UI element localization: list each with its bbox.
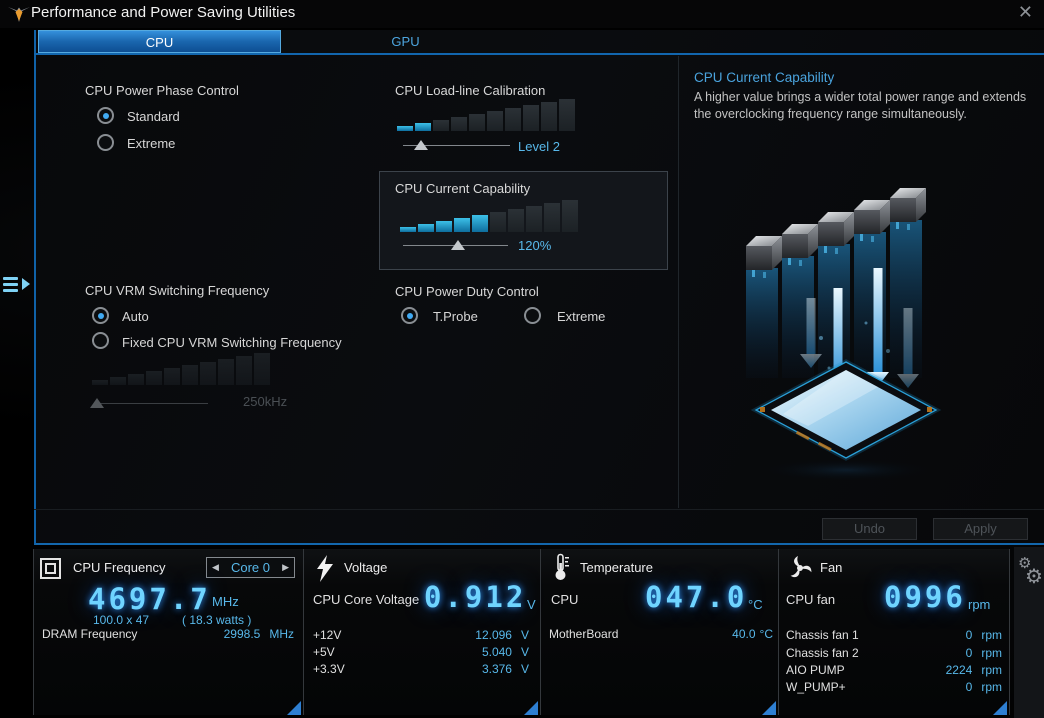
close-icon[interactable]: ✕ (1018, 2, 1033, 23)
current-capability-ramp (400, 200, 578, 232)
dram-row: DRAM Frequency 2998.5 MHz (42, 627, 294, 641)
power-phase-extreme-radio[interactable] (97, 134, 114, 151)
dram-label: DRAM Frequency (42, 627, 138, 641)
voltage-title: Voltage (344, 560, 388, 575)
power-duty-extreme-radio[interactable] (524, 307, 541, 324)
cpu-fan-value: 0996 (884, 580, 966, 614)
settings-strip: ⚙ ⚙ (1014, 547, 1044, 718)
voltage-row: +3.3V 3.376 V (313, 662, 529, 676)
core-prev-icon[interactable]: ◀ (212, 562, 219, 573)
power-phase-label: CPU Power Phase Control (85, 83, 239, 98)
title-bar: Performance and Power Saving Utilities ✕ (0, 0, 1044, 28)
cpu-watts: ( 18.3 watts ) (182, 613, 252, 627)
vrm-auto-label[interactable]: Auto (122, 309, 149, 324)
power-phase-standard-radio[interactable] (97, 107, 114, 124)
window-title: Performance and Power Saving Utilities (31, 4, 296, 21)
current-capability-slider-handle[interactable] (451, 240, 465, 250)
thermometer-icon (555, 553, 569, 580)
panel-resize-handle[interactable] (762, 701, 776, 715)
fan-row: Chassis fan 1 0 rpm (786, 628, 1002, 642)
vrm-slider-track (98, 403, 208, 404)
info-description: A higher value brings a wider total powe… (694, 90, 1027, 121)
menu-bar-icon (3, 289, 18, 292)
current-capability-label: CPU Current Capability (395, 181, 531, 196)
menu-bar-icon (3, 277, 18, 280)
vrm-auto-radio[interactable] (92, 307, 109, 324)
tab-cpu[interactable]: CPU (38, 30, 281, 53)
core-voltage-label: CPU Core Voltage (313, 592, 420, 607)
loadline-ramp (397, 99, 575, 131)
tab-gpu[interactable]: GPU (281, 30, 530, 53)
power-duty-tprobe-radio[interactable] (401, 307, 418, 324)
app-window: Performance and Power Saving Utilities ✕… (0, 0, 1044, 718)
cpu-chip-icon (40, 558, 61, 579)
status-separator (33, 549, 34, 715)
loadline-label: CPU Load-line Calibration (395, 83, 546, 98)
menu-bar-icon (3, 283, 18, 286)
cpu-fan-label: CPU fan (786, 592, 836, 607)
power-phase-standard-label[interactable]: Standard (127, 109, 180, 124)
vrm-ramp (92, 353, 270, 385)
cpu-ratio: 100.0 x 47 (93, 613, 150, 627)
settings-gear-icon[interactable]: ⚙ (1025, 564, 1043, 589)
core-selector[interactable]: ◀ Core 0 ▶ (206, 557, 295, 578)
fan-row: AIO PUMP 2224 rpm (786, 663, 1002, 677)
core-voltage-value: 0.912 (424, 580, 527, 614)
status-separator (540, 549, 541, 715)
vrm-fixed-label[interactable]: Fixed CPU VRM Switching Frequency (122, 335, 342, 350)
panel-resize-handle[interactable] (524, 701, 538, 715)
fan-row: W_PUMP+ 0 rpm (786, 680, 1002, 694)
apply-button[interactable]: Apply (933, 518, 1028, 540)
content-divider (678, 56, 679, 508)
fan-icon (790, 556, 812, 578)
current-capability-value: 120% (518, 238, 552, 253)
menu-expand-arrow-icon (22, 278, 30, 290)
power-duty-label: CPU Power Duty Control (395, 284, 539, 299)
vrm-fixed-radio[interactable] (92, 332, 109, 349)
voltage-row: +12V 12.096 V (313, 628, 529, 642)
power-duty-tprobe-label[interactable]: T.Probe (433, 309, 478, 324)
fan-row: Chassis fan 2 0 rpm (786, 646, 1002, 660)
power-duty-extreme-label[interactable]: Extreme (557, 309, 605, 324)
cpu-temp-label: CPU (551, 592, 579, 607)
info-title: CPU Current Capability (694, 70, 835, 85)
cpu-fan-unit: rpm (968, 597, 991, 612)
temperature-row: MotherBoard 40.0 °C (549, 627, 773, 641)
footer-divider (34, 509, 1044, 510)
undo-button[interactable]: Undo (822, 518, 917, 540)
cpu-frequency-unit: MHz (212, 594, 239, 609)
vrm-label: CPU VRM Switching Frequency (85, 283, 270, 298)
cpu-frequency-title: CPU Frequency (73, 560, 166, 575)
power-phase-extreme-label[interactable]: Extreme (127, 136, 175, 151)
core-next-icon[interactable]: ▶ (282, 562, 289, 573)
vrm-slider-handle (90, 398, 104, 408)
cpu-illustration (746, 188, 942, 482)
cpu-frequency-value: 4697.7 (88, 582, 211, 616)
status-separator (1009, 549, 1010, 715)
tab-underline (34, 53, 1044, 55)
loadline-slider-handle[interactable] (414, 140, 428, 150)
panel-resize-handle[interactable] (287, 701, 301, 715)
fan-title: Fan (820, 560, 843, 575)
panel-resize-handle[interactable] (993, 701, 1007, 715)
loadline-value: Level 2 (518, 139, 560, 154)
voltage-bolt-icon (317, 555, 333, 582)
core-selector-value: Core 0 (230, 560, 271, 575)
cpu-temp-value: 047.0 (645, 580, 748, 614)
status-separator (303, 549, 304, 715)
menu-flyout-button[interactable] (2, 274, 32, 298)
tuf-logo-icon (8, 7, 30, 22)
cpu-temp-unit: °C (748, 597, 763, 612)
voltage-row: +5V 5.040 V (313, 645, 529, 659)
core-voltage-unit: V (527, 597, 536, 612)
vrm-value: 250kHz (243, 394, 288, 409)
temperature-title: Temperature (580, 560, 653, 575)
status-separator (778, 549, 779, 715)
